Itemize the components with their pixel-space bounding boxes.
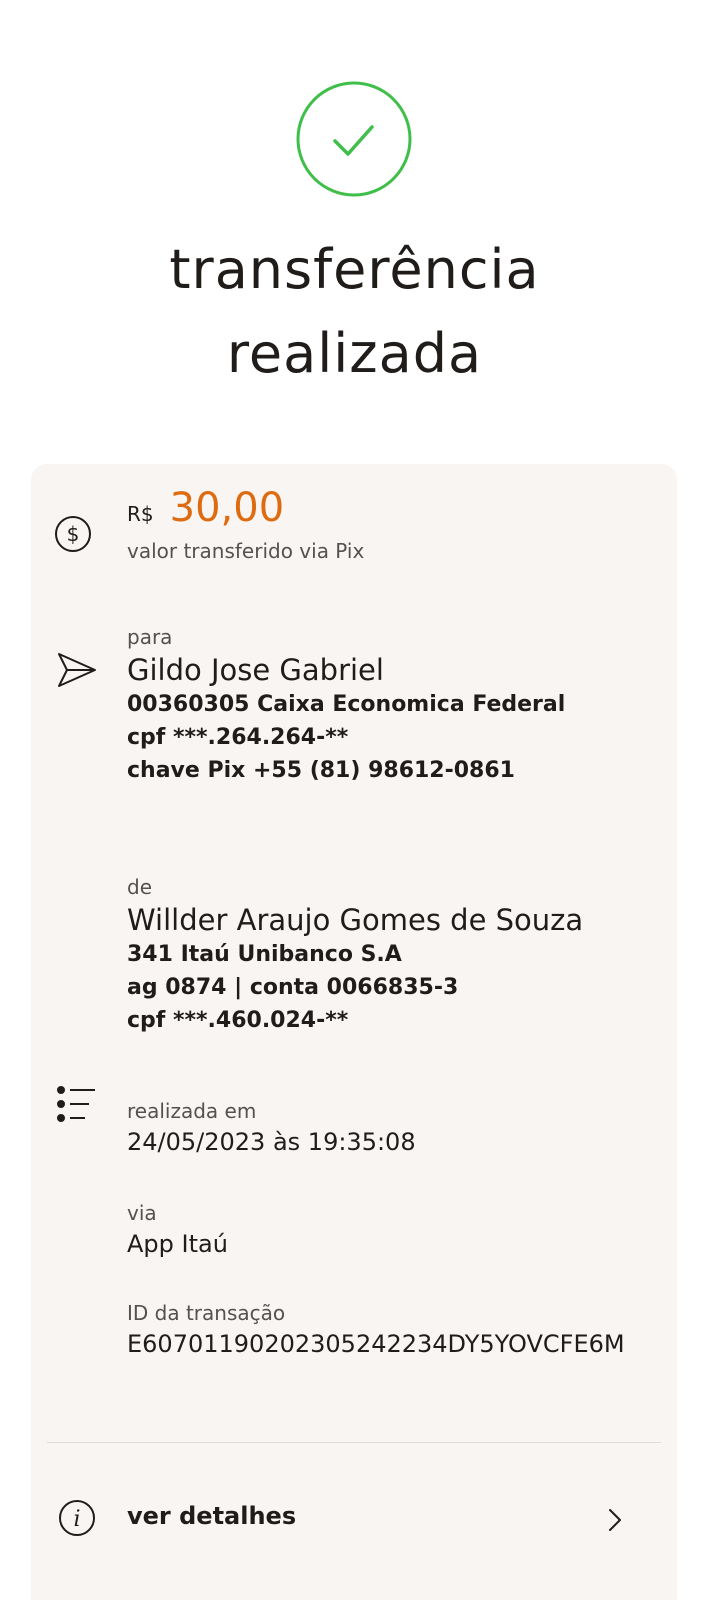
sender-bank: 341 Itaú Unibanco S.A [127,942,402,967]
recipient-cpf: cpf ***.264.264-** [127,725,349,750]
amount-label: valor transferido via Pix [127,539,365,563]
svg-text:i: i [73,1507,80,1532]
transaction-id-value: E60701190202305242234DY5YOVCFE6M [127,1330,625,1358]
transaction-id-label: ID da transação [127,1301,286,1325]
svg-text:$: $ [67,522,80,546]
page-title-line2: realizada [226,322,483,385]
view-details-label: ver detalhes [127,1502,297,1530]
sender-cpf: cpf ***.460.024-** [127,1008,349,1033]
check-circle-icon [296,81,412,197]
amount-currency: R$ [127,502,154,526]
sender-section: de Willder Araujo Gomes de Souza 341 Ita… [127,872,583,1037]
transaction-id-section: ID da transação E60701190202305242234DY5… [127,1298,625,1360]
send-icon [58,653,96,687]
sender-account: ag 0874 | conta 0066835-3 [127,975,459,1000]
page-title: transferência realizada [0,228,709,396]
sender-label: de [127,875,152,899]
list-icon [57,1086,95,1122]
recipient-section: para Gildo Jose Gabriel 00360305 Caixa E… [127,622,565,787]
dollar-circle-icon: $ [55,516,91,552]
recipient-name: Gildo Jose Gabriel [127,653,384,687]
recipient-label: para [127,625,173,649]
transaction-channel-section: via App Itaú [127,1198,228,1260]
date-value: 24/05/2023 às 19:35:08 [127,1128,416,1156]
view-details-button[interactable]: i ver detalhes [31,1464,677,1574]
channel-label: via [127,1201,157,1225]
channel-value: App Itaú [127,1230,228,1258]
chevron-right-icon [609,1509,621,1531]
date-label: realizada em [127,1099,257,1123]
sender-name: Willder Araujo Gomes de Souza [127,903,584,937]
page-title-line1: transferência [169,238,540,301]
recipient-pix-key: chave Pix +55 (81) 98612-0861 [127,758,515,783]
amount-value: 30,00 [169,485,285,531]
transaction-date-section: realizada em 24/05/2023 às 19:35:08 [127,1096,416,1158]
info-icon: i [59,1500,95,1536]
amount-section: R$ 30,00 valor transferido via Pix [127,484,364,566]
receipt-card: $ R$ 30,00 valor transferido via Pix par… [31,464,677,1600]
recipient-bank: 00360305 Caixa Economica Federal [127,692,566,717]
divider [47,1442,661,1443]
